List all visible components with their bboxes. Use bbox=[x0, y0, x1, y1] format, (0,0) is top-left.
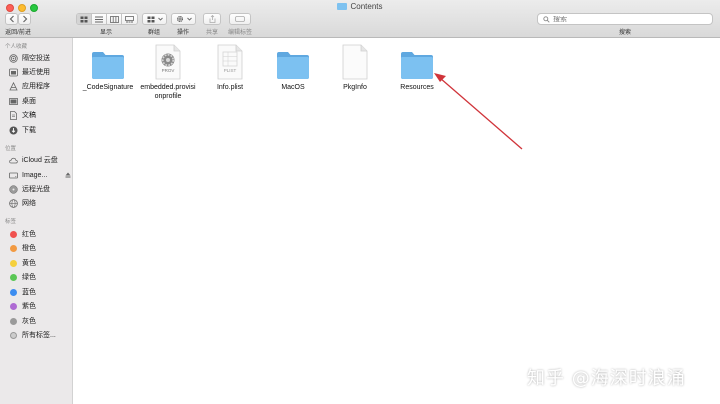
annotation-arrow bbox=[434, 73, 523, 150]
watermark: 知乎 @海深时浪涌 bbox=[527, 368, 686, 389]
